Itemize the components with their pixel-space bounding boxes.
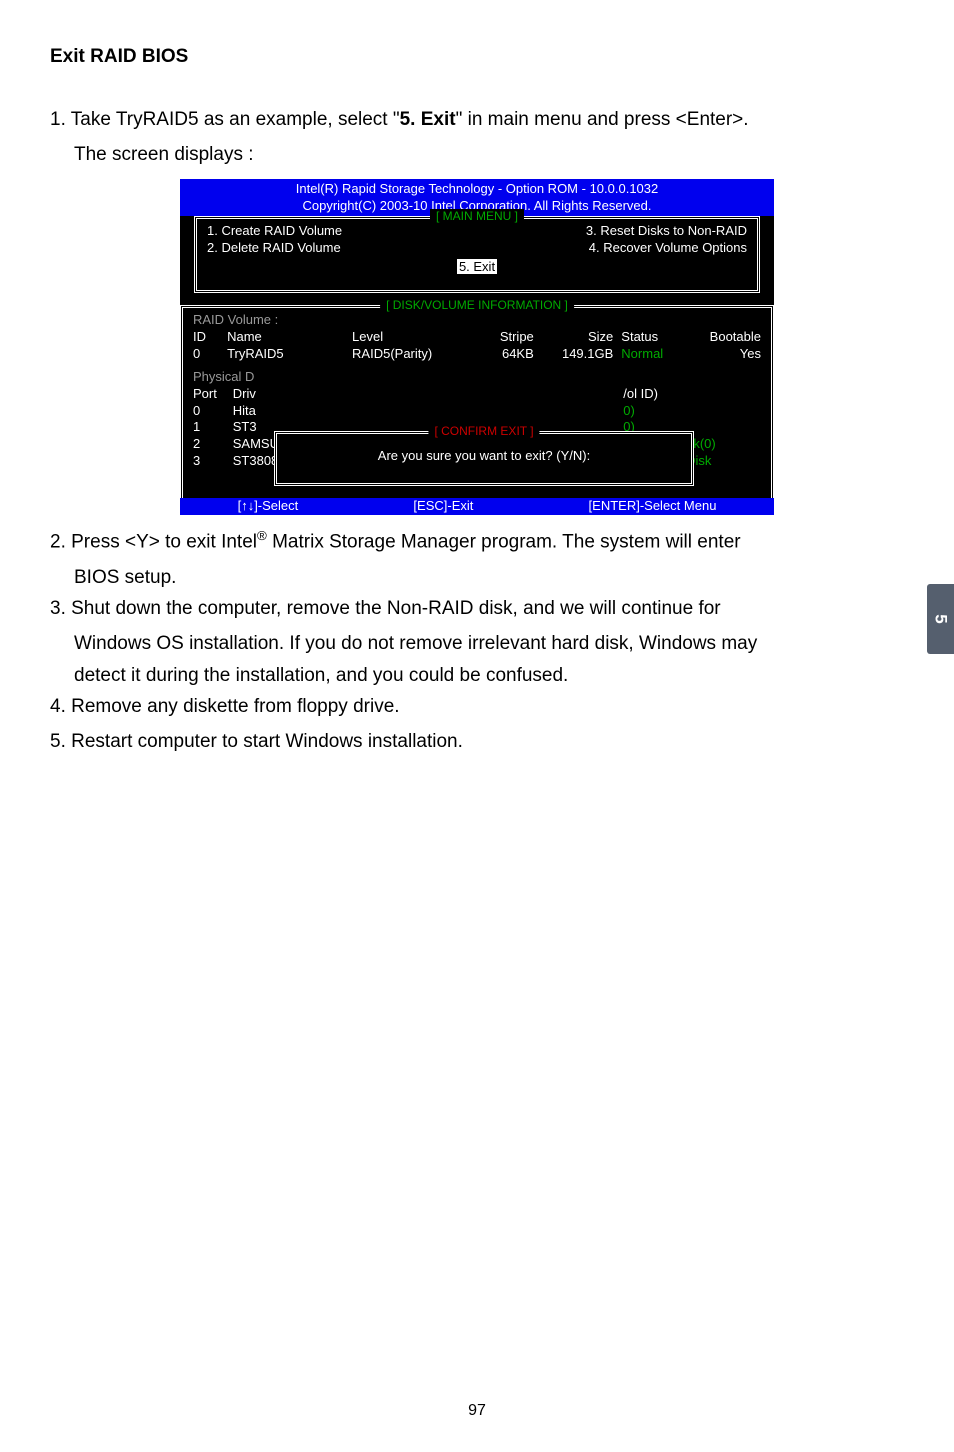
confirm-exit-dialog[interactable]: [ CONFIRM EXIT ] Are you sure you want t… — [274, 431, 694, 486]
step1-text-c: " in main menu and press <Enter>. — [456, 109, 749, 130]
step2-b: Matrix Storage Manager program. The syst… — [267, 531, 741, 552]
menu-5-exit[interactable]: 5. Exit — [457, 259, 497, 274]
p-hdr-serial — [392, 386, 523, 403]
p1-port: 1 — [193, 419, 233, 436]
step-1-cont: The screen displays : — [50, 139, 904, 170]
row-size: 149.1GB — [534, 346, 614, 363]
menu-2[interactable]: 2. Delete RAID Volume — [207, 240, 341, 257]
step2-a: 2. Press <Y> to exit Intel — [50, 531, 257, 552]
step-2-cont: BIOS setup. — [50, 562, 904, 593]
footer-exit: [ESC]-Exit — [413, 498, 473, 515]
section-heading: Exit RAID BIOS — [50, 46, 904, 68]
hdr-bootable: Bootable — [693, 329, 761, 346]
row-status: Normal — [613, 346, 693, 363]
bios-title-1: Intel(R) Rapid Storage Technology - Opti… — [180, 181, 774, 198]
hdr-status: Status — [613, 329, 693, 346]
footer-select: [↑↓]-Select — [238, 498, 299, 515]
row-id: 0 — [193, 346, 227, 363]
reg-symbol: ® — [257, 528, 267, 543]
confirm-text: Are you sure you want to exit? (Y/N): — [277, 448, 691, 465]
vol-info-label: [ DISK/VOLUME INFORMATION ] — [380, 298, 574, 314]
raid-volume-label: RAID Volume : — [193, 312, 761, 329]
p3-port: 3 — [193, 453, 233, 470]
menu-4[interactable]: 4. Recover Volume Options — [589, 240, 747, 257]
hdr-stripe: Stripe — [466, 329, 534, 346]
bios-footer: [↑↓]-Select [ESC]-Exit [ENTER]-Select Me… — [180, 498, 774, 515]
page-number: 97 — [0, 1402, 954, 1420]
physical-label: Physical D — [193, 369, 761, 386]
p0-drive: Hita — [233, 403, 392, 420]
step1-text-a: 1. Take TryRAID5 as an example, select " — [50, 109, 400, 130]
p-hdr-size — [522, 386, 613, 403]
p-hdr-drive: Driv — [233, 386, 392, 403]
chapter-tab-text: 5 — [931, 614, 951, 623]
hdr-name: Name — [227, 329, 352, 346]
step-3: 3. Shut down the computer, remove the No… — [50, 593, 904, 624]
step-3-cont1: Windows OS installation. If you do not r… — [50, 628, 904, 659]
row-stripe: 64KB — [466, 346, 534, 363]
step1-bold: 5. Exit — [400, 109, 456, 130]
hdr-level: Level — [352, 329, 466, 346]
row-name: TryRAID5 — [227, 346, 352, 363]
p0-vol: 0) — [613, 403, 761, 420]
p0-port: 0 — [193, 403, 233, 420]
p2-port: 2 — [193, 436, 233, 453]
row-level: RAID5(Parity) — [352, 346, 466, 363]
chapter-tab: 5 — [927, 584, 954, 654]
step-2: 2. Press <Y> to exit Intel® Matrix Stora… — [50, 525, 904, 558]
hdr-id: ID — [193, 329, 227, 346]
main-menu-label: [ MAIN MENU ] — [430, 209, 524, 225]
step-1: 1. Take TryRAID5 as an example, select "… — [50, 104, 904, 135]
hdr-size: Size — [534, 329, 614, 346]
step-5: 5. Restart computer to start Windows ins… — [50, 726, 904, 757]
p-hdr-port: Port — [193, 386, 233, 403]
footer-enter: [ENTER]-Select Menu — [589, 498, 717, 515]
confirm-label: [ CONFIRM EXIT ] — [428, 424, 539, 440]
p-hdr-volid: /ol ID) — [613, 386, 761, 403]
menu-1[interactable]: 1. Create RAID Volume — [207, 223, 342, 240]
menu-3[interactable]: 3. Reset Disks to Non-RAID — [586, 223, 747, 240]
main-menu-box: [ MAIN MENU ] 1. Create RAID Volume 3. R… — [194, 216, 760, 293]
bios-screenshot: Intel(R) Rapid Storage Technology - Opti… — [180, 179, 774, 515]
row-bootable: Yes — [693, 346, 761, 363]
step-4: 4. Remove any diskette from floppy drive… — [50, 691, 904, 722]
step-3-cont2: detect it during the installation, and y… — [50, 660, 904, 691]
